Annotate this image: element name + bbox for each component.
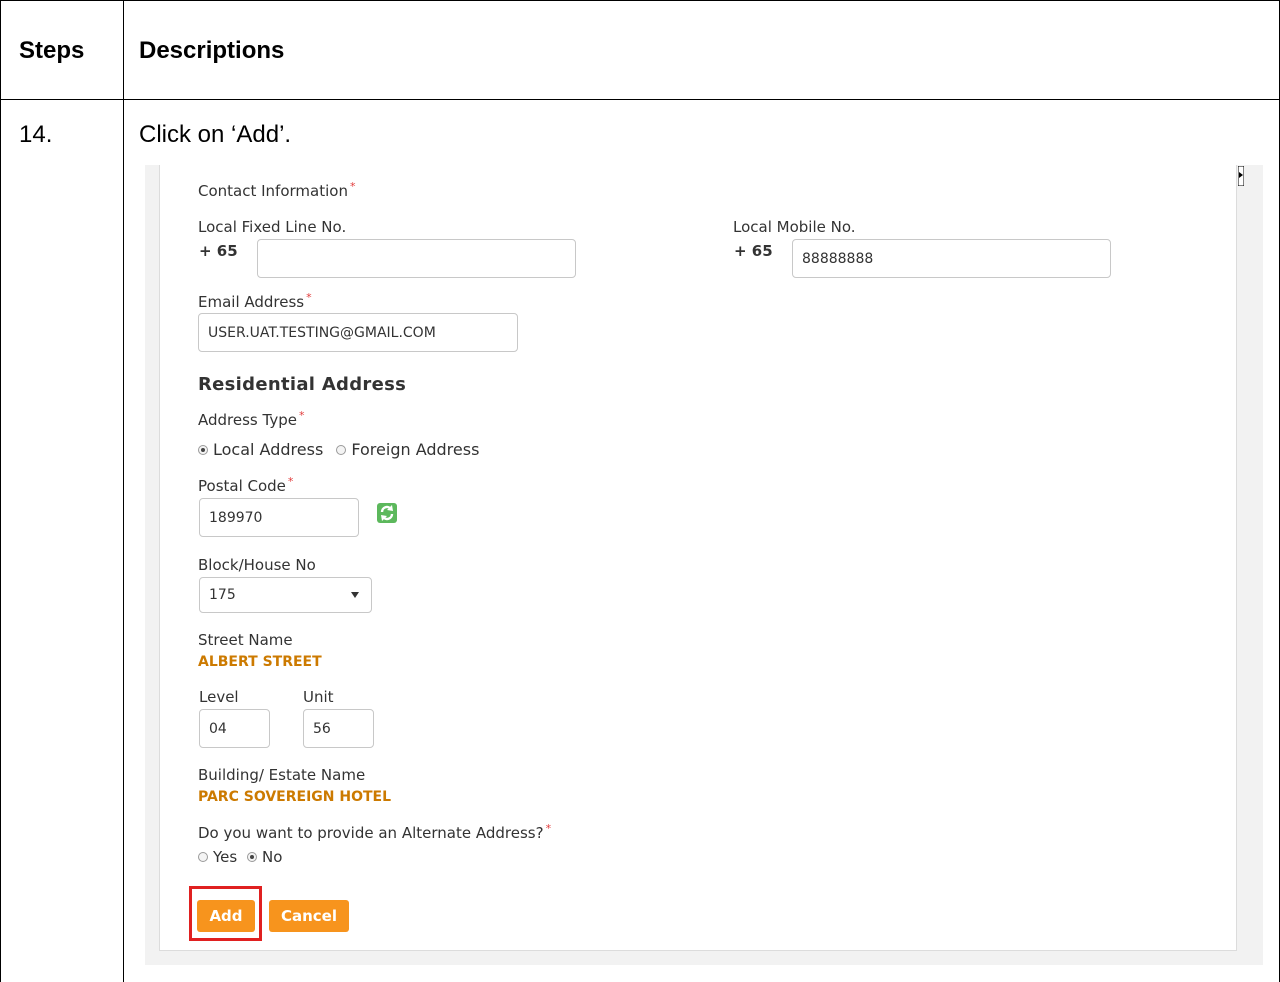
header-descriptions: Descriptions [139,37,285,64]
block-house-label: Block/House No [198,556,316,574]
radio-unselected-icon[interactable] [198,851,208,862]
required-asterisk: * [349,180,356,193]
street-name-value: ALBERT STREET [198,654,322,670]
level-input[interactable]: 04 [199,709,270,748]
unit-label: Unit [303,688,334,706]
radio-selected-icon[interactable] [198,444,208,455]
radio-yes[interactable]: Yes [198,848,237,866]
fixed-line-prefix: + 65 [199,242,238,260]
required-asterisk: * [298,409,305,422]
required-asterisk: * [306,291,312,304]
add-button-highlight [189,886,262,941]
radio-local-address[interactable]: Local Address [198,440,323,459]
required-asterisk: * [545,822,552,835]
refresh-icon[interactable] [377,503,397,523]
contact-info-label: Contact Information * [198,180,356,200]
mobile-label: Local Mobile No. [733,218,856,236]
building-name-label: Building/ Estate Name [198,766,366,784]
level-label: Level [199,688,239,706]
radio-selected-icon[interactable] [247,851,257,862]
step-number: 14. [19,121,53,148]
email-input[interactable]: USER.UAT.TESTING@GMAIL.COM [198,313,518,352]
mobile-prefix: + 65 [734,242,773,260]
table-column-divider [123,0,124,982]
postal-code-label: Postal Code * [198,475,294,495]
mobile-input[interactable]: 88888888 [792,239,1111,278]
address-type-options: Local Address Foreign Address [198,440,479,459]
email-label: Email Address * [198,291,312,311]
table-border-top [0,0,1280,1]
residential-address-heading: Residential Address [198,374,407,395]
scrollbar-arrow-icon[interactable] [1238,166,1244,186]
dropdown-arrow-icon [351,592,359,598]
fixed-line-label: Local Fixed Line No. [198,218,347,236]
alternate-address-options: Yes No [198,848,282,866]
postal-code-input[interactable]: 189970 [199,498,359,537]
cancel-button[interactable]: Cancel [269,900,349,932]
header-steps: Steps [19,37,85,64]
address-type-label: Address Type * [198,409,305,429]
radio-unselected-icon[interactable] [336,444,347,455]
unit-input[interactable]: 56 [303,709,374,748]
radio-no[interactable]: No [247,848,282,866]
building-name-value: PARC SOVEREIGN HOTEL [198,789,392,805]
fixed-line-input[interactable] [257,239,576,278]
street-name-label: Street Name [198,631,293,649]
alternate-address-label: Do you want to provide an Alternate Addr… [198,822,552,842]
block-house-select[interactable]: 175 [199,577,372,613]
radio-foreign-address[interactable]: Foreign Address [336,440,479,459]
block-house-value: 175 [209,587,236,603]
table-header-divider [0,99,1280,100]
step-description: Click on ‘Add’. [139,121,292,148]
required-asterisk: * [287,475,294,488]
table-border-left [0,0,1,982]
